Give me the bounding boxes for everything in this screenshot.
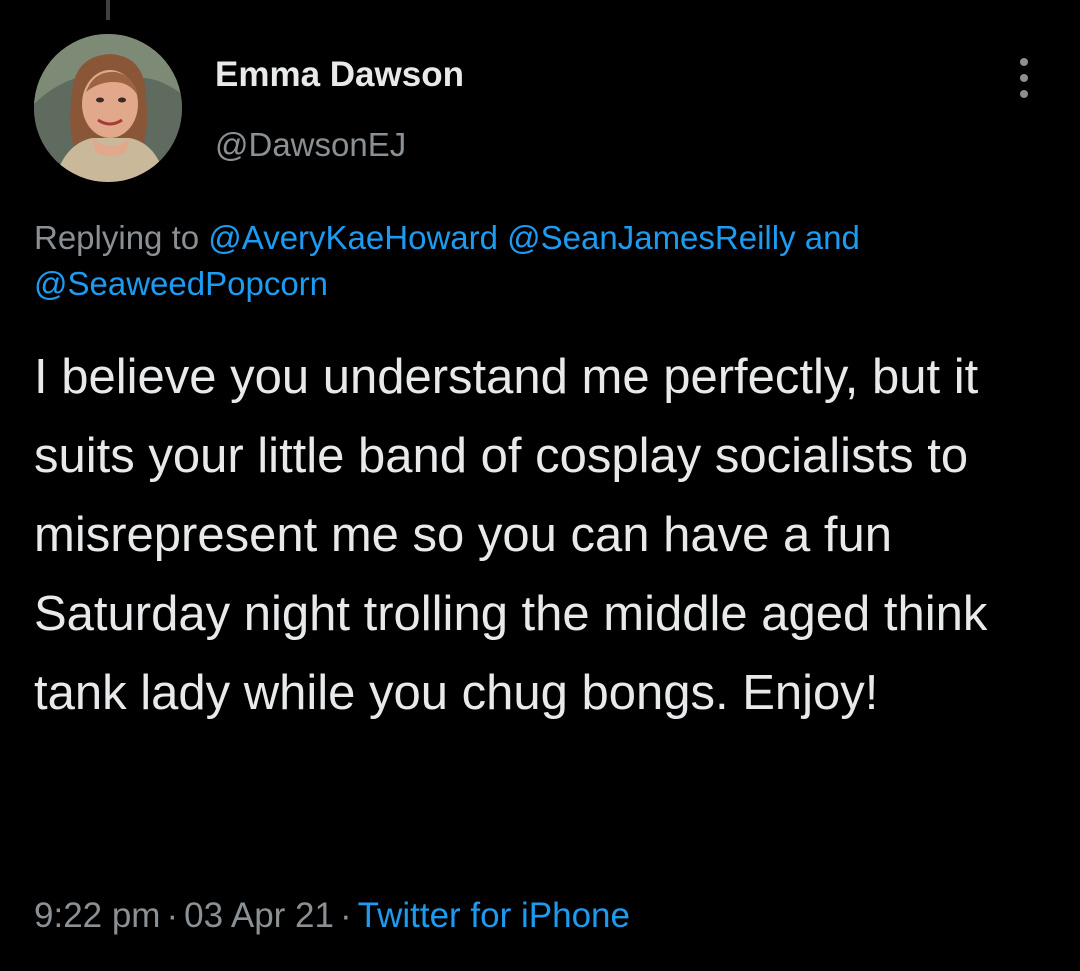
tweet-text: I believe you understand me perfectly, b…	[34, 350, 988, 720]
author-handle[interactable]: @DawsonEJ	[215, 125, 406, 165]
more-vertical-icon	[1020, 58, 1028, 66]
reply-context: Replying to @AveryKaeHoward @SeanJamesRe…	[34, 215, 1044, 307]
tweet-time[interactable]: 9:22 pm	[34, 896, 160, 935]
separator-dot: ·	[166, 896, 179, 935]
tweet-date[interactable]: 03 Apr 21	[184, 896, 334, 935]
mention-link[interactable]: @AveryKaeHoward	[208, 219, 498, 256]
separator-dot: ·	[339, 896, 352, 935]
reply-prefix: Replying to	[34, 219, 200, 256]
mention-others-joiner[interactable]: and	[805, 219, 860, 256]
more-vertical-icon-dot	[1020, 90, 1028, 98]
thread-connector-line	[106, 0, 110, 20]
more-vertical-icon-dot	[1020, 74, 1028, 82]
tweet-metadata: 9:22 pm · 03 Apr 21 · Twitter for iPhone	[34, 894, 630, 938]
author-name[interactable]: Emma Dawson	[215, 54, 464, 96]
avatar[interactable]	[34, 34, 182, 182]
avatar-image	[34, 34, 182, 182]
mention-link[interactable]: @SeaweedPopcorn	[34, 265, 328, 302]
mention-link[interactable]: @SeanJamesReilly	[507, 219, 795, 256]
more-options-button[interactable]	[1010, 58, 1038, 98]
tweet-source-link[interactable]: Twitter for iPhone	[358, 896, 630, 935]
